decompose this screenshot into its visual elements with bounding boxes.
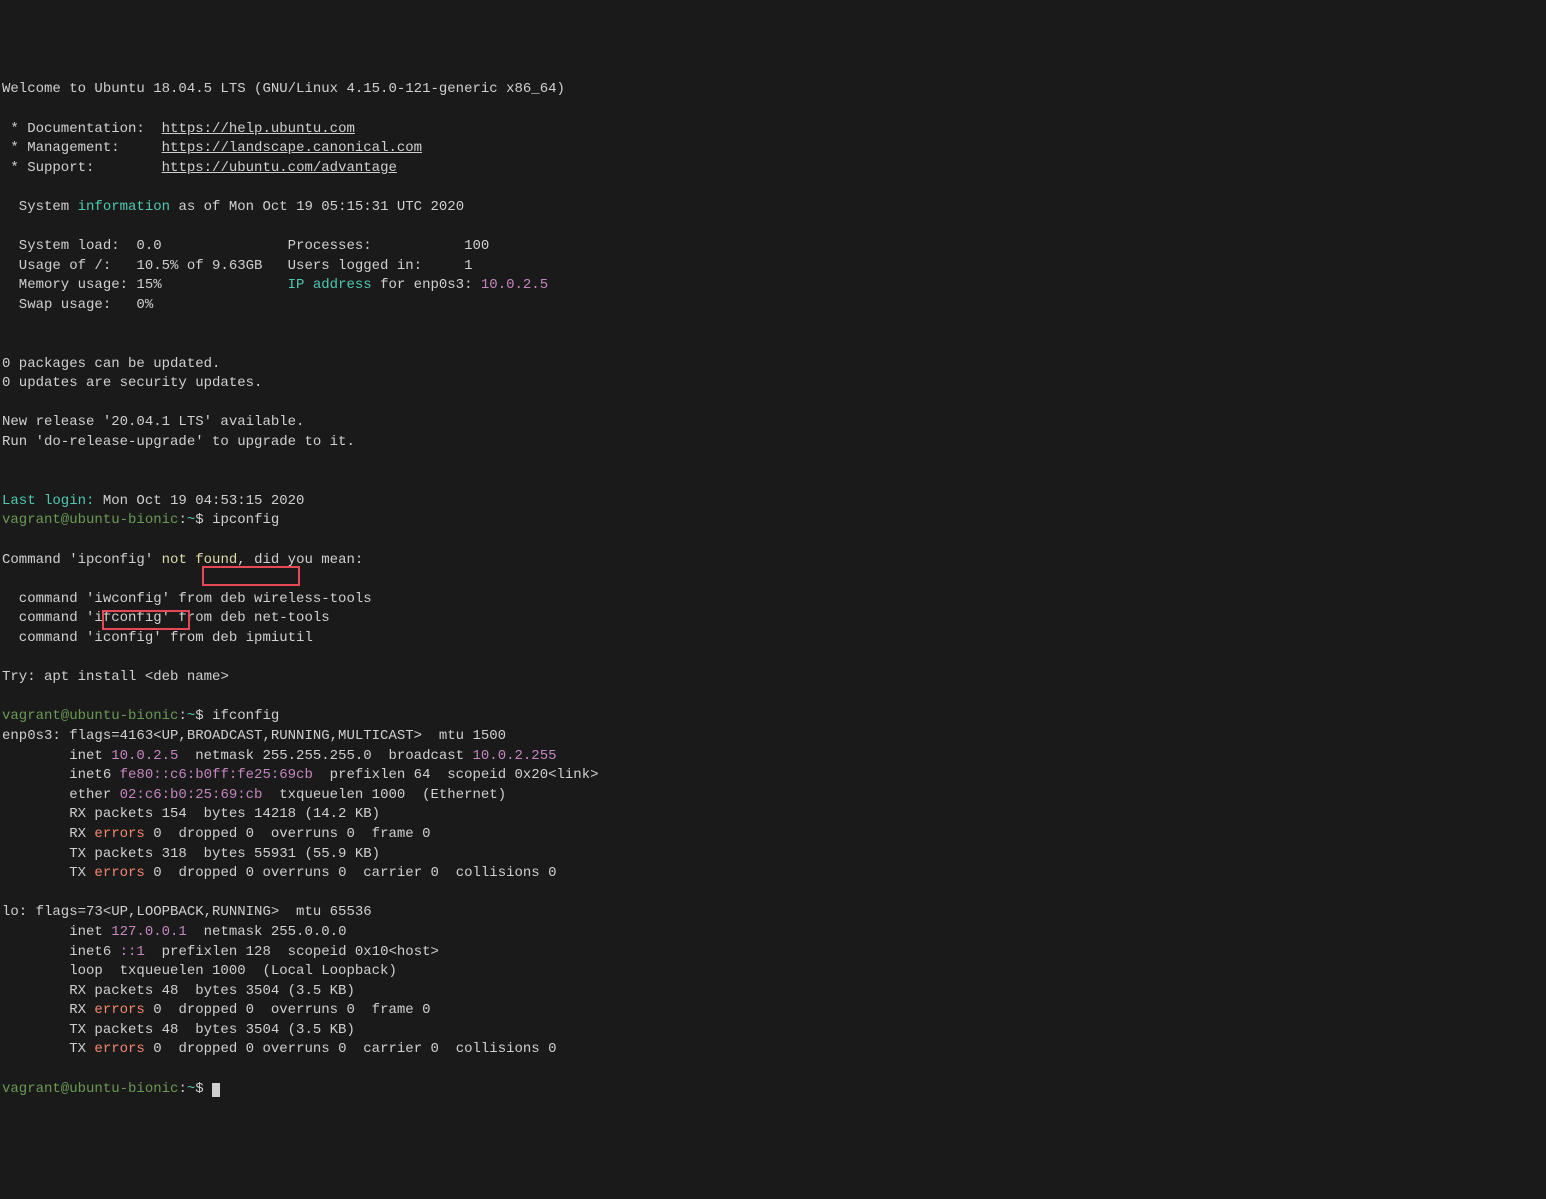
- if1-inet6-rest: prefixlen 64 scopeid 0x20<link>: [313, 767, 599, 783]
- if1-tx-err-prefix: TX: [2, 865, 94, 881]
- lo-inet-prefix: inet: [2, 924, 111, 940]
- sysinfo-prefix: System: [2, 199, 78, 215]
- prompt-colon: :: [178, 512, 186, 528]
- lo-inet: 127.0.0.1: [111, 924, 187, 940]
- if1-rx-errors: errors: [94, 826, 144, 842]
- prompt-user: vagrant@ubuntu-bionic: [2, 512, 178, 528]
- if1-ether-rest: txqueuelen 1000 (Ethernet): [262, 787, 506, 803]
- prompt-colon-3: :: [178, 1081, 186, 1097]
- if1-inet6: fe80::c6:b0ff:fe25:69cb: [120, 767, 313, 783]
- updates-line: 0 updates are security updates.: [2, 375, 262, 391]
- lastlogin-value: Mon Oct 19 04:53:15 2020: [94, 493, 304, 509]
- suggest-1: command 'iwconfig' from deb wireless-too…: [2, 591, 372, 607]
- suggest-2: command 'ifconfig' from deb net-tools: [2, 610, 330, 626]
- usage-line: Usage of /: 10.5% of 9.63GB Users logged…: [2, 258, 472, 274]
- support-link[interactable]: https://ubuntu.com/advantage: [162, 160, 397, 176]
- cmd-ipconfig: ipconfig: [212, 512, 279, 528]
- if1-netmask: netmask 255.255.255.0 broadcast: [178, 748, 472, 764]
- mgmt-link[interactable]: https://landscape.canonical.com: [162, 140, 422, 156]
- lo-inet6: ::1: [120, 944, 145, 960]
- lo-netmask: netmask 255.0.0.0: [187, 924, 347, 940]
- packages-line: 0 packages can be updated.: [2, 356, 220, 372]
- err-suffix: , did you mean:: [237, 552, 363, 568]
- if1-ether-prefix: ether: [2, 787, 120, 803]
- lo-flags: lo: flags=73<UP,LOOPBACK,RUNNING> mtu 65…: [2, 904, 372, 920]
- if1-tx-errors: errors: [94, 865, 144, 881]
- lo-tx-err-prefix: TX: [2, 1041, 94, 1057]
- prompt-dollar-3: $: [195, 1081, 212, 1097]
- cmd-ifconfig: ifconfig: [212, 708, 279, 724]
- highlight-box-ifconfig: [202, 566, 300, 586]
- prompt-user-3: vagrant@ubuntu-bionic: [2, 1081, 178, 1097]
- prompt-dollar-2: $: [195, 708, 212, 724]
- lo-loop: loop txqueuelen 1000 (Local Loopback): [2, 963, 397, 979]
- memory-prefix: Memory usage: 15%: [2, 277, 288, 293]
- if1-rx-err-prefix: RX: [2, 826, 94, 842]
- ip-value: 10.0.2.5: [481, 277, 548, 293]
- lastlogin-label: Last login:: [2, 493, 94, 509]
- lo-tx-packets: TX packets 48 bytes 3504 (3.5 KB): [2, 1022, 355, 1038]
- lo-rx-err-rest: 0 dropped 0 overruns 0 frame 0: [145, 1002, 431, 1018]
- lo-inet6-rest: prefixlen 128 scopeid 0x10<host>: [145, 944, 439, 960]
- prompt-user-2: vagrant@ubuntu-bionic: [2, 708, 178, 724]
- if1-bcast: 10.0.2.255: [473, 748, 557, 764]
- ip-label: IP address: [288, 277, 372, 293]
- terminal-output[interactable]: Welcome to Ubuntu 18.04.5 LTS (GNU/Linux…: [2, 80, 1544, 1099]
- if1-inet: 10.0.2.5: [111, 748, 178, 764]
- lo-tx-err-rest: 0 dropped 0 overruns 0 carrier 0 collisi…: [145, 1041, 557, 1057]
- lo-inet6-prefix: inet6: [2, 944, 120, 960]
- lo-rx-errors: errors: [94, 1002, 144, 1018]
- lo-tx-errors: errors: [94, 1041, 144, 1057]
- cursor-icon[interactable]: [212, 1083, 220, 1097]
- suggest-3: command 'iconfig' from deb ipmiutil: [2, 630, 313, 646]
- lo-rx-packets: RX packets 48 bytes 3504 (3.5 KB): [2, 983, 355, 999]
- ip-for: for enp0s3:: [372, 277, 481, 293]
- prompt-dollar: $: [195, 512, 212, 528]
- err-prefix: Command 'ipconfig': [2, 552, 162, 568]
- if1-flags: enp0s3: flags=4163<UP,BROADCAST,RUNNING,…: [2, 728, 506, 744]
- prompt-path: ~: [187, 512, 195, 528]
- if1-tx-packets: TX packets 318 bytes 55931 (55.9 KB): [2, 846, 380, 862]
- sysinfo-suffix: as of Mon Oct 19 05:15:31 UTC 2020: [170, 199, 464, 215]
- swap-line: Swap usage: 0%: [2, 297, 153, 313]
- release-line-1: New release '20.04.1 LTS' available.: [2, 414, 304, 430]
- sysinfo-highlight: information: [78, 199, 170, 215]
- prompt-path-3: ~: [187, 1081, 195, 1097]
- doc-link[interactable]: https://help.ubuntu.com: [162, 121, 355, 137]
- lo-rx-err-prefix: RX: [2, 1002, 94, 1018]
- err-notfound: not found: [162, 552, 238, 568]
- if1-inet-prefix: inet: [2, 748, 111, 764]
- if1-inet6-prefix: inet6: [2, 767, 120, 783]
- try-deb: <deb name>: [145, 669, 229, 685]
- welcome-line: Welcome to Ubuntu 18.04.5 LTS (GNU/Linux…: [2, 81, 565, 97]
- try-prefix: Try: apt install: [2, 669, 145, 685]
- if1-rx-err-rest: 0 dropped 0 overruns 0 frame 0: [145, 826, 431, 842]
- sysload-line: System load: 0.0 Processes: 100: [2, 238, 489, 254]
- if1-ether: 02:c6:b0:25:69:cb: [120, 787, 263, 803]
- support-label: * Support:: [2, 160, 162, 176]
- prompt-colon-2: :: [178, 708, 186, 724]
- doc-label: * Documentation:: [2, 121, 162, 137]
- release-line-2: Run 'do-release-upgrade' to upgrade to i…: [2, 434, 355, 450]
- if1-rx-packets: RX packets 154 bytes 14218 (14.2 KB): [2, 806, 380, 822]
- prompt-path-2: ~: [187, 708, 195, 724]
- if1-tx-err-rest: 0 dropped 0 overruns 0 carrier 0 collisi…: [145, 865, 557, 881]
- mgmt-label: * Management:: [2, 140, 162, 156]
